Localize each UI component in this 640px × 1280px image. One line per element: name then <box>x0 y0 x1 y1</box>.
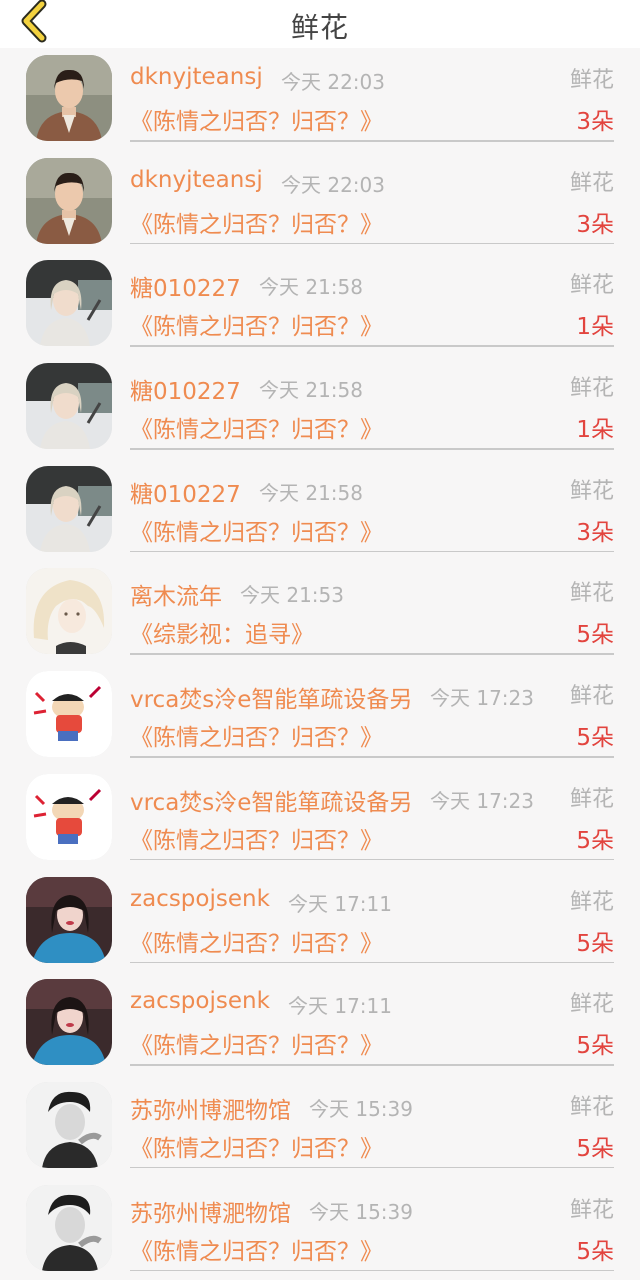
username[interactable]: 离木流年 <box>130 577 222 611</box>
list-item[interactable]: zacspojsenk 今天 17:11 鲜花《陈情之归否？归否？》 5朵 <box>0 972 640 1075</box>
flower-count: 1朵 <box>576 314 614 341</box>
row-divider <box>130 448 614 450</box>
timestamp: 今天 21:58 <box>259 275 363 300</box>
flower-count: 5朵 <box>576 1033 614 1060</box>
flower-count: 5朵 <box>576 622 614 649</box>
list-item[interactable]: 糖010227 今天 21:58 鲜花《陈情之归否？归否？》 3朵 <box>0 459 640 562</box>
list-item[interactable]: zacspojsenk 今天 17:11 鲜花《陈情之归否？归否？》 5朵 <box>0 870 640 973</box>
avatar[interactable] <box>26 260 112 347</box>
avatar[interactable] <box>26 55 112 141</box>
username[interactable]: 糖010227 <box>130 372 241 406</box>
timestamp: 今天 17:11 <box>288 891 392 916</box>
row-divider <box>130 961 614 963</box>
row-divider <box>130 756 614 758</box>
row-divider <box>130 140 614 142</box>
username[interactable]: 苏弥州博淝物馆 <box>130 1091 291 1125</box>
list-item[interactable]: dknyjteansj 今天 22:03 鲜花《陈情之归否？归否？》 3朵 <box>0 48 640 151</box>
avatar[interactable] <box>26 979 112 1066</box>
username[interactable]: 苏弥州博淝物馆 <box>130 1194 291 1228</box>
gift-type-label: 鲜花 <box>569 376 614 402</box>
row-divider <box>130 1064 614 1066</box>
row-divider <box>130 858 614 861</box>
timestamp: 今天 17:23 <box>430 686 534 711</box>
timestamp: 今天 21:58 <box>259 378 363 403</box>
book-title-link[interactable]: 《陈情之归否？归否？》 <box>130 1232 383 1266</box>
row-divider <box>130 242 614 245</box>
flower-count: 5朵 <box>576 1135 614 1162</box>
gift-type-label: 鲜花 <box>569 68 614 93</box>
gift-type-label: 鲜花 <box>569 889 614 915</box>
avatar[interactable] <box>26 773 112 860</box>
list-item[interactable]: 苏弥州博淝物馆 今天 15:39 鲜花《陈情之归否？归否？》 5朵 <box>0 1075 640 1178</box>
username[interactable]: dknyjteansj <box>130 64 263 90</box>
gift-type-label: 鲜花 <box>569 273 614 299</box>
username[interactable]: 糖010227 <box>130 269 241 303</box>
avatar[interactable] <box>26 568 112 655</box>
list-item[interactable]: 离木流年 今天 21:53 鲜花《综影视：追寻》 5朵 <box>0 561 640 664</box>
book-title-link[interactable]: 《陈情之归否？归否？》 <box>130 1026 383 1060</box>
timestamp: 今天 21:53 <box>240 583 344 608</box>
timestamp: 今天 17:23 <box>430 788 534 813</box>
row-divider <box>130 345 614 347</box>
timestamp: 今天 17:11 <box>288 994 392 1019</box>
username[interactable]: zacspojsenk <box>130 886 270 912</box>
list-item[interactable]: 糖010227 今天 21:58 鲜花《陈情之归否？归否？》 1朵 <box>0 356 640 459</box>
gift-type-label: 鲜花 <box>569 581 614 607</box>
avatar[interactable] <box>26 1081 112 1168</box>
flower-count: 5朵 <box>576 1238 614 1265</box>
avatar[interactable] <box>26 1184 112 1271</box>
flower-count: 5朵 <box>576 930 614 957</box>
gift-type-label: 鲜花 <box>569 786 614 812</box>
book-title-link[interactable]: 《陈情之归否？归否？》 <box>130 307 383 341</box>
flower-count: 3朵 <box>576 519 614 546</box>
username[interactable]: vrca焚s泠e智能箪疏设备另 <box>130 783 412 817</box>
username[interactable]: zacspojsenk <box>130 988 270 1014</box>
list-item[interactable]: 苏弥州博淝物馆 今天 15:39 鲜花《陈情之归否？归否？》 5朵 <box>0 1178 640 1280</box>
gift-type-label: 鲜花 <box>569 1094 614 1120</box>
avatar[interactable] <box>26 876 112 963</box>
username[interactable]: dknyjteansj <box>130 167 263 193</box>
gift-type-label: 鲜花 <box>569 478 614 504</box>
row-divider <box>130 1269 614 1272</box>
avatar[interactable] <box>26 465 112 552</box>
timestamp: 今天 15:39 <box>309 1199 413 1224</box>
flower-list: dknyjteansj 今天 22:03 鲜花 《陈情之归否？归否？》 3朵 dknyjt… <box>0 48 640 1280</box>
gift-type-label: 鲜花 <box>569 684 614 710</box>
gift-type-label: 鲜花 <box>569 992 614 1018</box>
book-title-link[interactable]: 《陈情之归否？归否？》 <box>130 821 383 855</box>
list-item[interactable]: 糖010227 今天 21:58 鲜花《陈情之归否？归否？》 1朵 <box>0 253 640 356</box>
list-item[interactable]: vrca焚s泠e智能箪疏设备另 今天 17:23 鲜花《陈情之归否？归否？》 5朵 <box>0 767 640 870</box>
book-title-link[interactable]: 《陈情之归否？归否？》 <box>130 102 383 136</box>
row-divider <box>130 550 614 553</box>
gift-type-label: 鲜花 <box>569 1197 614 1223</box>
row-divider <box>130 1166 614 1169</box>
book-title-link[interactable]: 《陈情之归否？归否？》 <box>130 205 383 239</box>
flower-count: 5朵 <box>576 725 614 752</box>
book-title-link[interactable]: 《陈情之归否？归否？》 <box>130 924 383 958</box>
page-title: 鲜花 <box>290 11 349 44</box>
avatar[interactable] <box>26 157 112 244</box>
book-title-link[interactable]: 《陈情之归否？归否？》 <box>130 410 383 444</box>
gift-type-label: 鲜花 <box>569 170 614 196</box>
timestamp: 今天 22:03 <box>281 70 385 94</box>
book-title-link[interactable]: 《陈情之归否？归否？》 <box>130 718 383 752</box>
list-item[interactable]: vrca焚s泠e智能箪疏设备另 今天 17:23 鲜花《陈情之归否？归否？》 5朵 <box>0 664 640 767</box>
flower-count: 1朵 <box>576 417 614 444</box>
timestamp: 今天 21:58 <box>259 480 363 505</box>
flower-count: 5朵 <box>576 827 614 854</box>
flower-count: 3朵 <box>576 211 614 238</box>
timestamp: 今天 22:03 <box>281 172 385 197</box>
list-item[interactable]: dknyjteansj 今天 22:03 鲜花《陈情之归否？归否？》 3朵 <box>0 151 640 254</box>
avatar[interactable] <box>26 363 112 450</box>
book-title-link[interactable]: 《陈情之归否？归否？》 <box>130 1129 383 1163</box>
row-divider <box>130 653 614 655</box>
timestamp: 今天 15:39 <box>309 1096 413 1121</box>
header-bar: 鲜花 <box>0 0 640 48</box>
book-title-link[interactable]: 《综影视：追寻》 <box>130 615 314 649</box>
username[interactable]: 糖010227 <box>130 475 241 509</box>
book-title-link[interactable]: 《陈情之归否？归否？》 <box>130 513 383 547</box>
username[interactable]: vrca焚s泠e智能箪疏设备另 <box>130 680 412 714</box>
flower-count: 3朵 <box>576 109 614 135</box>
avatar[interactable] <box>26 671 112 758</box>
